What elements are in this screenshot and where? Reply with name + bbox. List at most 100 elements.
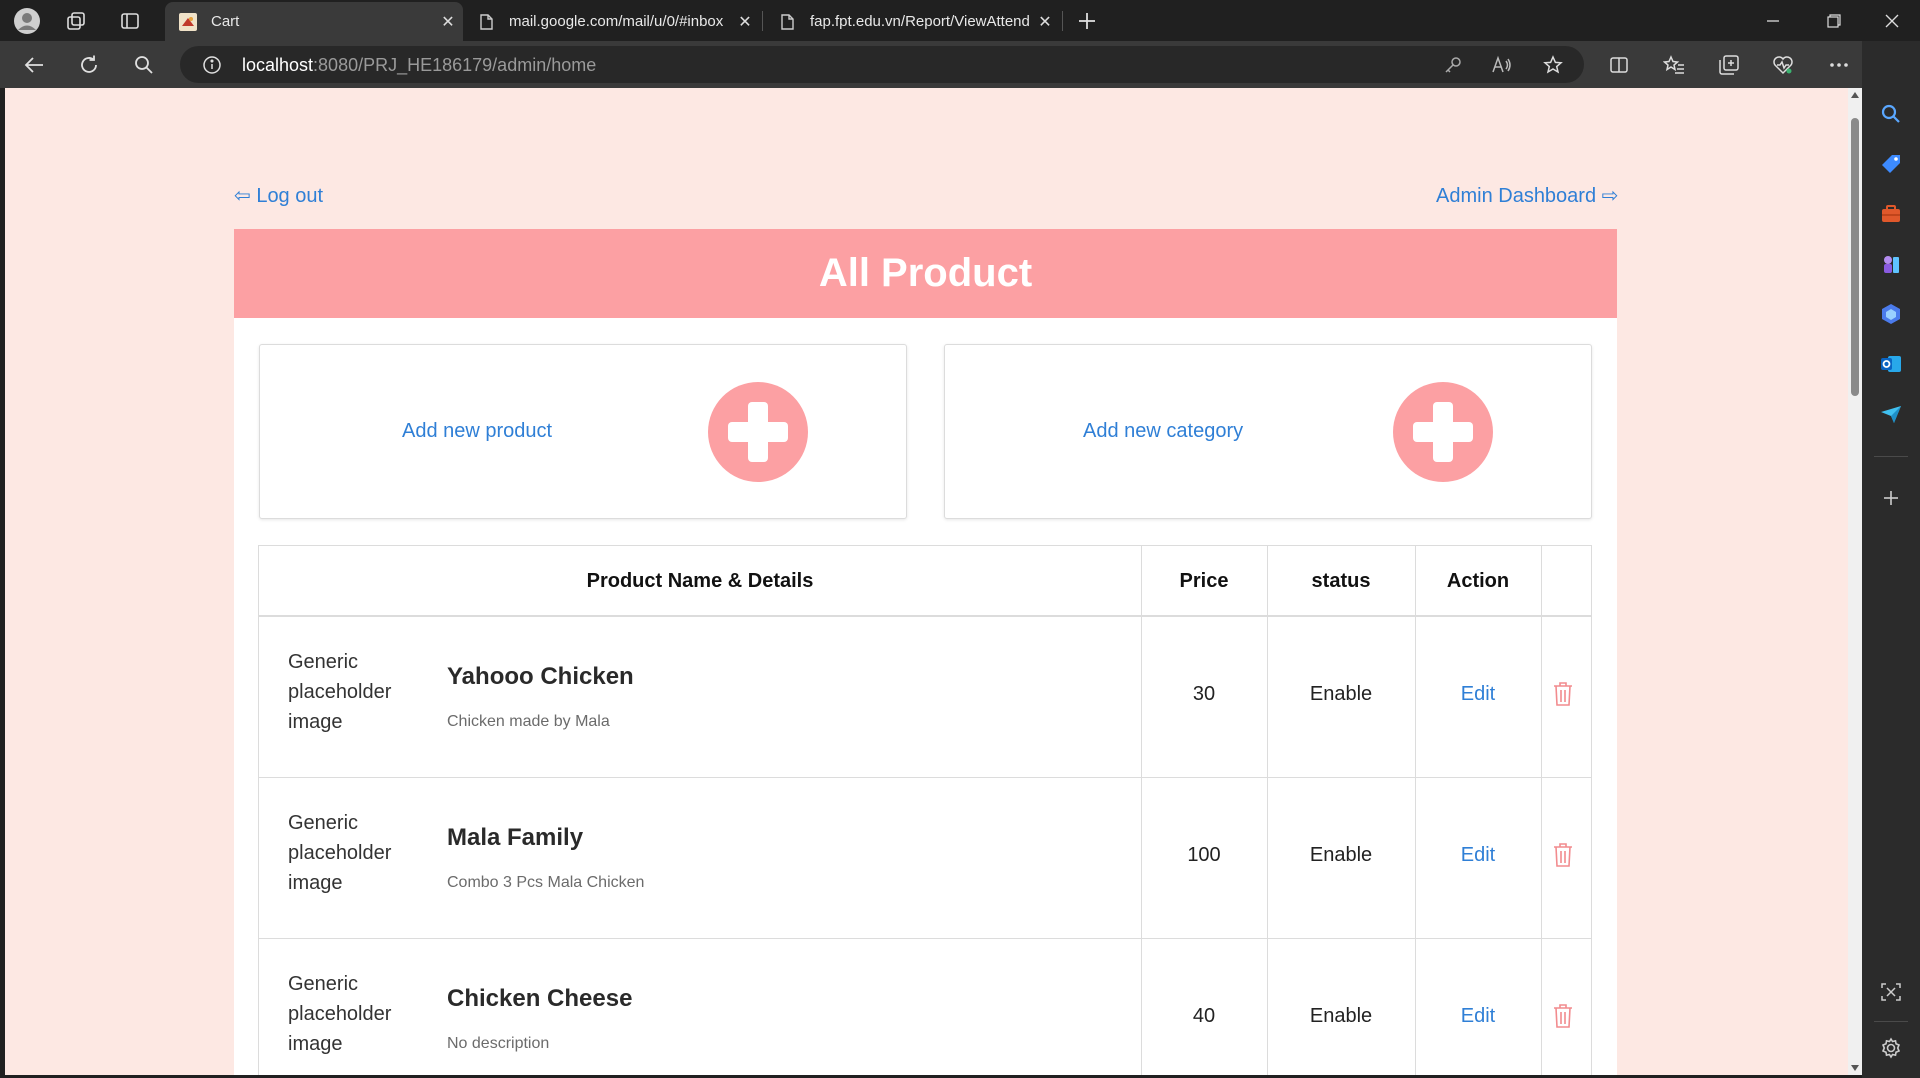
restore-icon[interactable] bbox=[1806, 0, 1861, 41]
product-status: Enable bbox=[1309, 844, 1373, 866]
tab-divider bbox=[762, 11, 763, 31]
site-info-icon[interactable] bbox=[200, 53, 224, 77]
column-divider bbox=[1141, 546, 1142, 615]
scroll-down-icon[interactable] bbox=[1851, 1064, 1859, 1072]
table-row: Generic placeholder image Mala Family Co… bbox=[259, 778, 1591, 939]
product-name: Chicken Cheese bbox=[447, 985, 633, 1012]
sidebar-settings-gear-icon[interactable] bbox=[1878, 1035, 1904, 1061]
edit-link[interactable]: Edit bbox=[1415, 683, 1541, 706]
browser-essentials-icon[interactable] bbox=[1768, 50, 1798, 80]
column-divider bbox=[1267, 939, 1268, 1075]
tab-title: mail.google.com/mail/u/0/#inbox bbox=[509, 13, 724, 30]
product-table: Product Name & Details Price status Acti… bbox=[258, 545, 1592, 1075]
table-header-row: Product Name & Details Price status Acti… bbox=[259, 546, 1591, 617]
password-key-icon[interactable] bbox=[1441, 53, 1465, 77]
add-sidebar-app-icon[interactable] bbox=[1878, 485, 1904, 511]
scroll-thumb[interactable] bbox=[1851, 118, 1859, 396]
search-icon[interactable] bbox=[129, 50, 159, 80]
copilot-sidebar-icon[interactable] bbox=[1878, 301, 1904, 327]
outlook-icon[interactable] bbox=[1878, 351, 1904, 377]
add-category-plus-icon[interactable] bbox=[1393, 382, 1493, 482]
header-status: status bbox=[1311, 570, 1371, 592]
workspaces-icon[interactable] bbox=[63, 8, 89, 34]
tab-close-icon[interactable]: ✕ bbox=[730, 12, 760, 32]
add-product-card[interactable]: Add new product bbox=[259, 344, 907, 519]
delete-trash-icon[interactable] bbox=[1552, 681, 1574, 707]
shopping-tag-icon[interactable] bbox=[1878, 151, 1904, 177]
page-title: All Product bbox=[818, 251, 1033, 295]
tab-fap[interactable]: fap.fpt.edu.vn/Report/ViewAttendstudent … bbox=[764, 2, 1060, 41]
page-favicon-icon bbox=[778, 13, 796, 31]
header-action: Action bbox=[1446, 570, 1510, 592]
page-scrollbar[interactable] bbox=[1848, 88, 1862, 1075]
header-price: Price bbox=[1179, 570, 1229, 592]
minimize-icon[interactable] bbox=[1745, 0, 1800, 41]
product-panel: All Product Add new product Add new cate… bbox=[234, 229, 1617, 1075]
more-options-icon[interactable] bbox=[1824, 50, 1854, 80]
column-divider bbox=[1541, 617, 1542, 777]
tab-divider bbox=[1062, 11, 1063, 31]
back-icon[interactable] bbox=[19, 50, 49, 80]
page-favicon-icon bbox=[477, 13, 495, 31]
table-row: Generic placeholder image Yahooo Chicken… bbox=[259, 617, 1591, 778]
product-name: Yahooo Chicken bbox=[447, 663, 634, 690]
address-toolbar: localhost:8080/PRJ_HE186179/admin/home bbox=[0, 41, 1920, 88]
edit-link[interactable]: Edit bbox=[1415, 844, 1541, 867]
column-divider bbox=[1141, 778, 1142, 938]
column-divider bbox=[1541, 546, 1542, 615]
column-divider bbox=[1267, 617, 1268, 777]
tab-close-icon[interactable]: ✕ bbox=[1030, 12, 1060, 32]
games-chess-icon[interactable] bbox=[1878, 251, 1904, 277]
address-bar[interactable]: localhost:8080/PRJ_HE186179/admin/home bbox=[180, 46, 1584, 83]
url-path: :8080/PRJ_HE186179/admin/home bbox=[313, 55, 597, 75]
product-image-placeholder: Generic placeholder image bbox=[288, 651, 392, 733]
product-image-placeholder: Generic placeholder image bbox=[288, 973, 392, 1055]
screenshot-icon[interactable] bbox=[1878, 979, 1904, 1005]
scroll-up-icon[interactable] bbox=[1851, 91, 1859, 99]
header-details: Product Name & Details bbox=[586, 570, 814, 592]
collections-icon[interactable] bbox=[1714, 50, 1744, 80]
delete-trash-icon[interactable] bbox=[1552, 1003, 1574, 1029]
tab-cart[interactable]: Cart ✕ bbox=[165, 2, 463, 41]
add-product-link[interactable]: Add new product bbox=[402, 420, 552, 443]
column-divider bbox=[1267, 546, 1268, 615]
split-screen-icon[interactable] bbox=[1604, 50, 1634, 80]
tab-gmail[interactable]: mail.google.com/mail/u/0/#inbox ✕ bbox=[463, 2, 760, 41]
product-price: 40 bbox=[1192, 1005, 1216, 1027]
tab-actions-icon[interactable] bbox=[117, 8, 143, 34]
sidebar-search-icon[interactable] bbox=[1878, 101, 1904, 127]
read-aloud-icon[interactable] bbox=[1490, 53, 1514, 77]
column-divider bbox=[1415, 546, 1416, 615]
add-product-plus-icon[interactable] bbox=[708, 382, 808, 482]
tab-close-icon[interactable]: ✕ bbox=[433, 12, 463, 32]
product-name: Mala Family bbox=[447, 824, 584, 851]
tab-title: fap.fpt.edu.vn/Report/ViewAttendstudent bbox=[810, 13, 1030, 30]
add-category-link[interactable]: Add new category bbox=[1083, 420, 1243, 443]
page-viewport: ⇦ Log out Admin Dashboard ⇨ All Product … bbox=[5, 88, 1848, 1075]
column-divider bbox=[1267, 778, 1268, 938]
add-category-card[interactable]: Add new category bbox=[944, 344, 1592, 519]
close-window-icon[interactable] bbox=[1864, 0, 1919, 41]
favorite-star-icon[interactable] bbox=[1541, 53, 1565, 77]
tools-briefcase-icon[interactable] bbox=[1878, 201, 1904, 227]
product-image-placeholder: Generic placeholder image bbox=[288, 812, 392, 894]
delete-trash-icon[interactable] bbox=[1552, 842, 1574, 868]
product-description: No description bbox=[447, 1035, 550, 1052]
send-feedback-icon[interactable] bbox=[1878, 401, 1904, 427]
cart-favicon-icon bbox=[179, 12, 197, 31]
favorites-icon[interactable] bbox=[1659, 50, 1689, 80]
reload-icon[interactable] bbox=[74, 50, 104, 80]
sidebar-divider bbox=[1874, 456, 1908, 457]
new-tab-icon[interactable] bbox=[1074, 8, 1100, 34]
column-divider bbox=[1415, 778, 1416, 938]
product-description: Chicken made by Mala bbox=[447, 713, 610, 730]
profile-avatar-icon[interactable] bbox=[14, 8, 40, 34]
product-price: 30 bbox=[1192, 683, 1216, 705]
table-row: Generic placeholder image Chicken Cheese… bbox=[259, 939, 1591, 1075]
logout-link[interactable]: ⇦ Log out bbox=[234, 183, 323, 208]
edit-link[interactable]: Edit bbox=[1415, 1005, 1541, 1028]
column-divider bbox=[1415, 617, 1416, 777]
admin-dashboard-link[interactable]: Admin Dashboard ⇨ bbox=[1436, 183, 1618, 208]
product-price: 100 bbox=[1187, 844, 1221, 866]
url-text[interactable]: localhost:8080/PRJ_HE186179/admin/home bbox=[242, 55, 596, 76]
